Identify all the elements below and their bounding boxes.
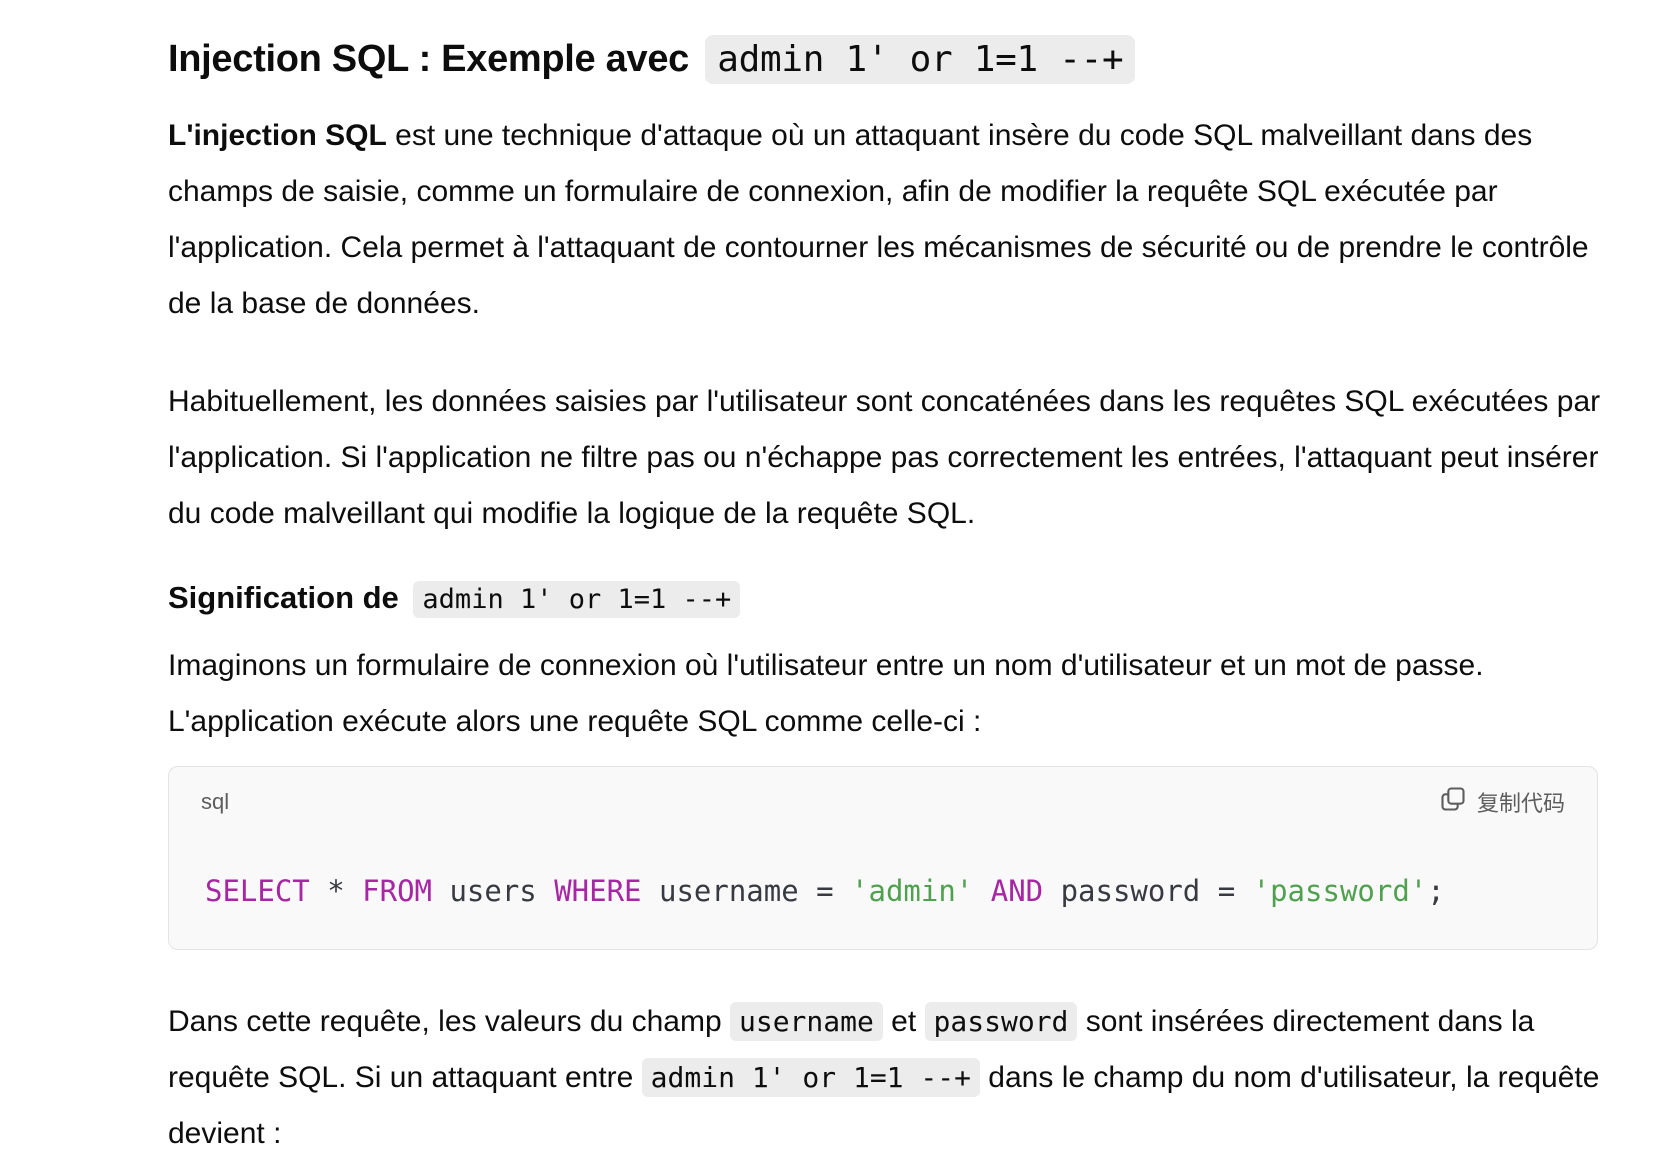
title-text: Injection SQL : Exemple avec [168, 38, 689, 80]
code-token: ; [1427, 874, 1445, 908]
code-token: * [309, 874, 363, 908]
code-token: username = [641, 874, 852, 908]
inline-code-username: username [729, 1002, 883, 1041]
title-inline-code: admin 1' or 1=1 --+ [705, 35, 1136, 84]
paragraph-injection-result: Dans cette requête, les valeurs du champ… [168, 994, 1608, 1162]
code-token: AND [990, 874, 1044, 908]
copy-code-label: 复制代码 [1476, 791, 1565, 816]
page-title: Injection SQL : Exemple avec admin 1' or… [168, 30, 1136, 89]
code-block: sql 复制代码 SELECT * FROM users WHERE usern… [168, 766, 1598, 950]
code-token: password = [1043, 874, 1253, 908]
copy-icon [1439, 785, 1467, 819]
p4-text-1: Dans cette requête, les valeurs du champ [168, 1005, 730, 1038]
code-language-label: sql [201, 789, 230, 814]
copy-code-button[interactable]: 复制代码 [1439, 785, 1565, 819]
intro-bold-term: L'injection SQL [168, 119, 387, 152]
code-token: 'password' [1252, 874, 1428, 908]
paragraph-login-form: Imaginons un formulaire de connexion où … [168, 649, 1484, 738]
paragraph-concatenation: Habituellement, les données saisies par … [168, 385, 1601, 530]
code-token: users [432, 874, 555, 908]
code-token: WHERE [554, 874, 642, 908]
subheading-text: Signification de [168, 580, 399, 615]
inline-code-password: password [924, 1002, 1078, 1041]
code-token: SELECT [205, 874, 310, 908]
section-subheading: Signification de admin 1' or 1=1 --+ [168, 570, 741, 628]
p4-text-2: et [882, 1005, 925, 1038]
intro-paragraph: L'injection SQL est une technique d'atta… [168, 108, 1608, 332]
subheading-inline-code: admin 1' or 1=1 --+ [413, 581, 741, 618]
code-token: 'admin' [851, 874, 974, 908]
inline-code-payload: admin 1' or 1=1 --+ [641, 1058, 980, 1097]
code-content: SELECT * FROM users WHERE username = 'ad… [205, 871, 1445, 911]
code-token: FROM [362, 874, 432, 908]
